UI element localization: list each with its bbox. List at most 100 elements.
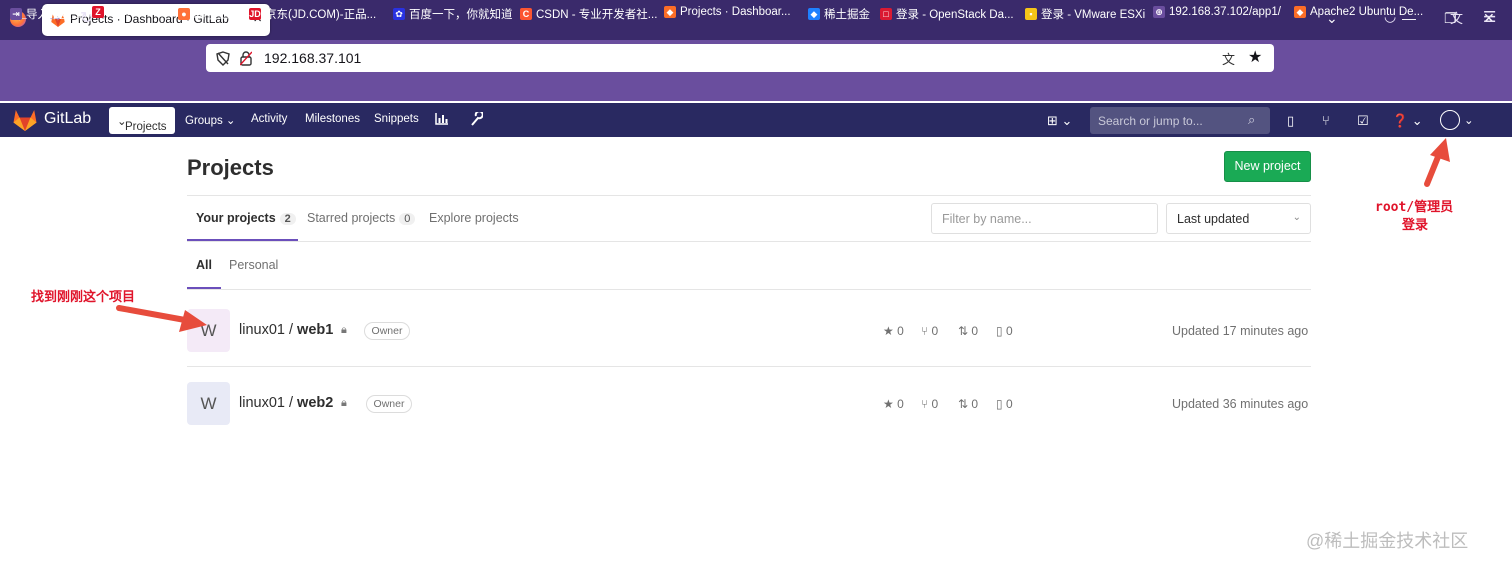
admin-wrench-icon[interactable] <box>470 112 483 126</box>
access-level-badge: Owner <box>366 395 412 413</box>
divider <box>187 241 1311 242</box>
bookmarks-bar <box>0 76 1512 101</box>
gitlab-logo-icon[interactable] <box>13 109 37 131</box>
translate-extension-icon[interactable]: 文 <box>1450 8 1463 27</box>
bookmark-favicon-icon: ◆ <box>808 8 820 20</box>
bookmark-item[interactable]: JD 京东(JD.COM)-正品... <box>249 6 376 22</box>
bookmark-favicon-icon: ◆ <box>1294 6 1306 18</box>
projects-menu-label: Projects <box>125 121 167 133</box>
issues-count[interactable]: ▯ 0 <box>996 397 1013 411</box>
stars-value: 0 <box>897 324 904 338</box>
bookmark-favicon-icon: ▪ <box>1025 8 1037 20</box>
mr-value: 0 <box>971 324 979 338</box>
menu-icon[interactable]: ☰ <box>1483 8 1496 26</box>
project-name-link[interactable]: linux01 / web2 <box>239 395 333 411</box>
stars-value: 0 <box>897 397 904 411</box>
annotation-arrow-icon <box>116 305 207 332</box>
bookmark-item[interactable]: ▪ 登录 - VMware ESXi <box>1025 6 1145 22</box>
sort-label: Last updated <box>1177 212 1250 226</box>
bookmark-favicon-icon: ● <box>178 8 190 20</box>
your-projects-count-badge: 2 <box>279 213 296 225</box>
bookmark-label: 192.168.37.102/app1/ <box>1169 6 1281 18</box>
watermark: @稀土掘金技术社区 <box>1306 531 1469 551</box>
project-name: web2 <box>297 395 334 411</box>
project-avatar[interactable]: W <box>187 382 230 425</box>
divider <box>187 195 1311 196</box>
analytics-chart-icon[interactable] <box>435 113 448 125</box>
tab-explore-projects[interactable]: Explore projects <box>429 211 519 225</box>
merge-requests-icon[interactable]: ⑂ <box>1322 113 1330 128</box>
private-lock-icon: 🔒︎ <box>341 397 347 409</box>
bookmark-favicon-icon: Z <box>92 6 104 18</box>
annotation-root-admin: root/管理员 <box>1375 200 1454 215</box>
stars-count[interactable]: ★ 0 <box>883 397 904 411</box>
user-dropdown-chevron-icon[interactable]: ⌄ <box>1464 113 1474 127</box>
bookmark-item[interactable]: ● 新手上路 <box>178 6 240 22</box>
projects-dropdown[interactable]: Projects ⌄ <box>109 107 175 134</box>
project-name-link[interactable]: linux01 / web1 <box>239 322 333 338</box>
updated-time: Updated 17 minutes ago <box>1172 324 1309 338</box>
bookmark-label: 登录 - VMware ESXi <box>1041 9 1146 21</box>
bookmark-favicon-icon: □ <box>880 8 892 20</box>
bookmark-label: 登录 - OpenStack Da... <box>896 9 1014 21</box>
bookmark-item[interactable]: Z Installation <box>92 6 163 18</box>
subtab-all[interactable]: All <box>196 258 212 272</box>
bookmark-item[interactable]: □ 登录 - OpenStack Da... <box>880 6 1014 22</box>
user-avatar[interactable] <box>1440 110 1460 130</box>
annotation-arrow-up-icon <box>1424 138 1450 187</box>
url-bar[interactable]: 192.168.37.101 文 ★ <box>206 44 1274 72</box>
divider <box>187 366 1311 367</box>
page-title: Projects <box>187 155 274 180</box>
merge-requests-count[interactable]: ⇅ 0 <box>958 397 978 411</box>
filter-by-name-input[interactable]: Filter by name... <box>931 203 1158 234</box>
sort-dropdown[interactable]: Last updated ⌄ <box>1166 203 1311 234</box>
bookmark-item[interactable]: ✿ 百度一下，你就知道 <box>393 6 513 22</box>
activity-link[interactable]: Activity <box>251 113 287 125</box>
bookmark-star-icon[interactable]: ★ <box>1248 47 1262 67</box>
bookmark-item[interactable]: ◆ Apache2 Ubuntu De... <box>1294 6 1423 18</box>
starred-projects-count-badge: 0 <box>399 213 416 225</box>
search-input[interactable]: Search or jump to... ⌕ <box>1090 107 1270 134</box>
new-item-dropdown-icon[interactable]: ⊞ ⌄ <box>1047 113 1072 129</box>
bookmark-favicon-icon: ⊕ <box>1153 6 1165 18</box>
bookmark-item[interactable]: ⊕ 192.168.37.102/app1/ <box>1153 6 1281 18</box>
forks-count[interactable]: ⑂ 0 <box>921 324 938 338</box>
search-placeholder: Search or jump to... <box>1098 114 1203 128</box>
issues-count[interactable]: ▯ 0 <box>996 324 1013 338</box>
bookmark-favicon-icon: ✿ <box>393 8 405 20</box>
bookmark-item[interactable]: ◆ Projects · Dashboar... <box>664 6 791 18</box>
groups-dropdown[interactable]: Groups ⌄ <box>185 113 236 127</box>
help-dropdown-icon[interactable]: ❓ ⌄ <box>1392 113 1423 129</box>
forks-value: 0 <box>931 397 939 411</box>
insecure-lock-icon <box>240 51 252 66</box>
tab-your-projects[interactable]: Your projects 2 <box>196 211 296 225</box>
todos-icon[interactable]: ☑ <box>1357 113 1369 129</box>
bookmark-item[interactable]: ⇥ 导入书签... <box>10 6 82 22</box>
bookmark-label: 京东(JD.COM)-正品... <box>265 9 377 21</box>
bookmark-item[interactable]: ◆ 稀土掘金 <box>808 6 870 22</box>
merge-requests-count[interactable]: ⇅ 0 <box>958 324 978 338</box>
project-namespace: linux01 / <box>239 322 298 338</box>
tab-your-projects-label: Your projects <box>196 211 276 225</box>
bookmark-label: CSDN - 专业开发者社... <box>536 9 658 21</box>
bookmark-item[interactable]: C CSDN - 专业开发者社... <box>520 6 657 22</box>
tracking-shield-icon <box>216 51 230 66</box>
stars-count[interactable]: ★ 0 <box>883 324 904 338</box>
new-project-button[interactable]: New project <box>1224 151 1311 182</box>
issues-value: 0 <box>1005 397 1013 411</box>
milestones-link[interactable]: Milestones <box>305 113 360 125</box>
translate-icon[interactable]: 文 <box>1222 49 1235 68</box>
bookmark-label: Installation <box>108 6 163 18</box>
tab-starred-projects[interactable]: Starred projects 0 <box>307 211 416 225</box>
gitlab-wordmark[interactable]: GitLab <box>44 110 91 128</box>
snippets-link[interactable]: Snippets <box>374 113 419 125</box>
bookmark-favicon-icon: ◆ <box>664 6 676 18</box>
issues-value: 0 <box>1005 324 1013 338</box>
forks-count[interactable]: ⑂ 0 <box>921 397 938 411</box>
bookmark-label: Apache2 Ubuntu De... <box>1310 6 1424 18</box>
private-lock-icon: 🔒︎ <box>341 324 347 336</box>
subtab-personal[interactable]: Personal <box>229 258 278 272</box>
bookmark-label: 百度一下，你就知道 <box>409 9 513 21</box>
issues-icon[interactable]: ▯ <box>1287 113 1294 129</box>
bookmark-label: 导入书签... <box>26 9 82 21</box>
